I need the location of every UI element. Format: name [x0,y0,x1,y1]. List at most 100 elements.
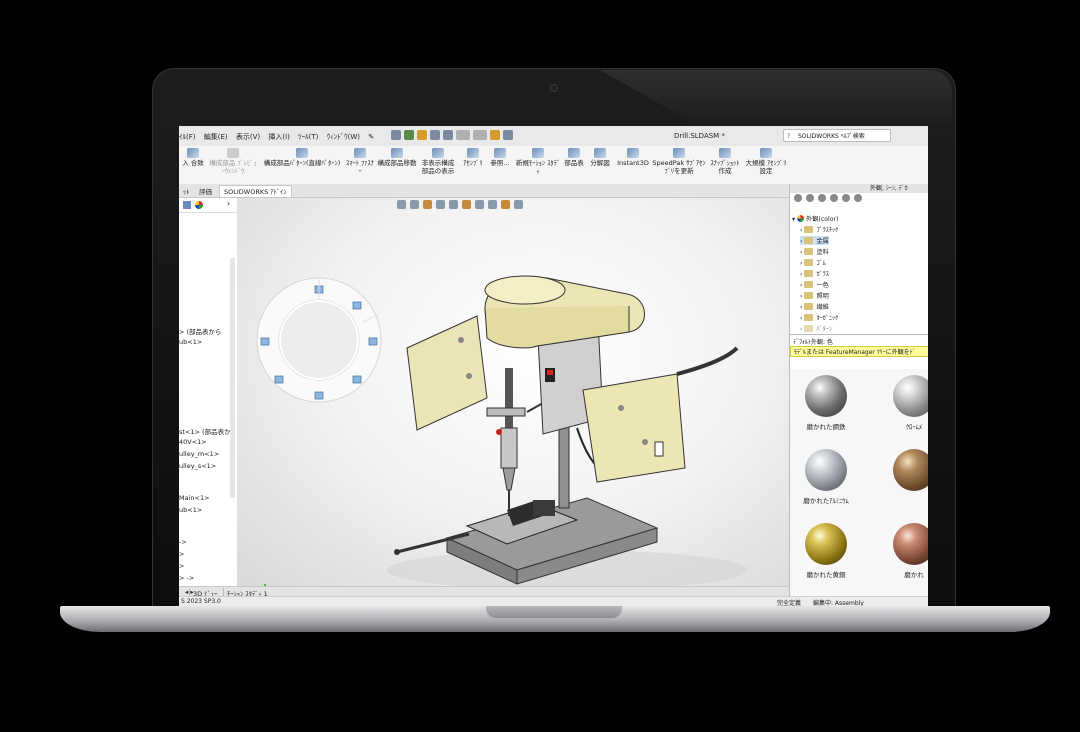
tree-item[interactable]: Main<1> [179,494,210,502]
appearance-tree-item[interactable]: › 塗料 [800,247,829,256]
tree-scrollbar[interactable] [230,258,235,498]
mate-button[interactable]: 入 合致 [179,148,207,167]
tree-item[interactable]: > -> [179,574,194,582]
save-icon[interactable] [430,130,440,140]
help-search-input[interactable]: SOLIDWORKS ﾍﾙﾌﾟ検索 [783,129,891,143]
command-tabs: ｯﾄ 評価 SOLIDWORKS ｱﾄﾞｲﾝ [179,184,789,198]
component-preview-button[interactable]: 構成部品 ﾌﾟﾚﾋﾞｭｰｳｨﾝﾄﾞｳ [209,148,257,175]
swatch-polished-copper[interactable]: 磨かれ [882,523,928,579]
graphics-area[interactable] [237,198,789,586]
menu-file[interactable]: ｲﾙ(F) [179,133,196,141]
drill-press-model[interactable] [237,198,789,586]
tree-item[interactable]: > [179,550,184,558]
task-pane-toolbar [790,193,928,207]
tree-item[interactable]: 40V<1> [179,438,207,446]
editing-status: 編集中: Assembly [813,600,864,606]
appearance-tree-item[interactable]: › ﾊﾟﾀｰﾝ [800,324,832,333]
swatch-chrome[interactable]: ｸﾛｰﾑﾒ [882,375,928,431]
appearance-tree-item[interactable]: › ｺﾞﾑ [800,258,826,267]
spindle[interactable] [486,368,526,516]
menu-tools[interactable]: ﾂｰﾙ(T) [298,133,318,141]
appearance-tree-root[interactable]: ▾ 外観(color) [792,214,839,223]
tree-item[interactable]: ulley_m<1> [179,450,219,458]
home-icon[interactable] [391,130,401,140]
folder-icon [804,314,814,321]
chevron-right-icon[interactable]: › [227,199,230,208]
back-icon[interactable] [794,194,802,202]
select-icon[interactable] [473,130,487,140]
new-document-icon[interactable] [404,130,414,140]
tab-evaluate[interactable]: 評価 [195,186,216,196]
swatch-polished-aluminum[interactable]: 磨かれたｱﾙﾐﾆｳﾑ [794,449,858,505]
bill-of-materials-button[interactable]: 部品表 [563,148,585,167]
version-label: S 2023 SP3.0 [181,598,221,605]
help-icon[interactable] [854,194,862,202]
instant3d-button[interactable]: Instant3D [615,148,651,167]
reference-geometry-button[interactable]: 参照... [487,148,513,167]
pin-icon[interactable]: ✎ [368,133,374,141]
tree-item[interactable]: ub<1> [179,506,202,514]
forward-icon[interactable] [806,194,814,202]
feature-manager-tabs: › [179,198,237,213]
refresh-icon[interactable] [842,194,850,202]
swatch-bronze[interactable] [882,449,928,495]
tree-item[interactable]: st<1> (部品表か [179,426,231,436]
laptop-notch [486,606,622,618]
exploded-view-button[interactable]: 分解図 [587,148,613,167]
menu-bar: ｲﾙ(F) 編集(E) 表示(V) 挿入(I) ﾂｰﾙ(T) ｳｨﾝﾄﾞｳ(W)… [179,132,380,142]
options-icon[interactable] [503,130,513,140]
swatch-polished-brass[interactable]: 磨かれた黄銅 [794,523,858,579]
appearance-tree-item[interactable]: › 照明 [800,291,829,300]
rebuild-icon[interactable] [490,130,500,140]
up-folder-icon[interactable] [818,194,826,202]
reference-triad [264,584,266,586]
menu-insert[interactable]: 挿入(I) [268,133,290,141]
appearance-tree-item[interactable]: › 繊維 [800,302,829,311]
tree-item[interactable]: ub<1> [179,338,202,346]
tree-item[interactable]: > [179,562,184,570]
view-selector-ring[interactable] [256,277,382,403]
take-snapshot-button[interactable]: ｽﾅｯﾌﾟｼｮｯﾄ 作成 [707,148,743,175]
speedpak-button[interactable]: SpeedPak ｻﾌﾞｱｾﾝﾌﾞﾘを更新 [651,148,707,175]
move-component-button[interactable]: 構成部品移動 [375,148,419,167]
large-assembly-settings-button[interactable]: 大規模 ｱｾﾝﾌﾞﾘ設定 [743,148,789,175]
menu-edit[interactable]: 編集(E) [204,133,228,141]
add-file-location-icon[interactable] [830,194,838,202]
title-bar: ｲﾙ(F) 編集(E) 表示(V) 挿入(I) ﾂｰﾙ(T) ｳｨﾝﾄﾞｳ(W)… [179,126,928,147]
appearance-tree-item[interactable]: › ﾌﾟﾗｽﾁｯｸ [800,225,838,234]
menu-view[interactable]: 表示(V) [236,133,260,141]
default-appearance-info: ﾃﾞﾌｫﾙﾄ外観: 色 ﾓﾃﾞﾙまたは FeatureManager ﾂﾘｰに外… [790,334,928,363]
tree-item[interactable]: -> [179,538,187,546]
swatch-ball [893,375,928,417]
appearance-tab-icon[interactable] [195,201,203,209]
belt-cover[interactable] [484,275,645,349]
menu-window[interactable]: ｳｨﾝﾄﾞｳ(W) [327,133,360,141]
chevron-down-icon[interactable]: ▾ [792,216,795,223]
appearance-tree-item[interactable]: › ｵｰｶﾞﾆｯｸ [800,313,838,322]
solidworks-window: ｲﾙ(F) 編集(E) 表示(V) 挿入(I) ﾂｰﾙ(T) ｳｨﾝﾄﾞｳ(W)… [179,126,928,606]
appearance-tree-item-selected[interactable]: › 金属 [800,236,829,245]
right-guard[interactable] [582,346,739,483]
appearance-tree-item[interactable]: › 一色 [800,280,829,289]
tab-sketch[interactable]: ｯﾄ [179,186,194,196]
tree-item[interactable]: ulley_s<1> [179,462,216,470]
assembly-features-button[interactable]: ｱｾﾝﾌﾞﾘ [459,148,487,167]
folder-icon [804,248,814,255]
folder-icon [804,226,814,233]
new-motion-study-button[interactable]: 新規ﾓｰｼｮﾝ ｽﾀﾃﾞｨ [515,148,561,175]
smart-fasteners-button[interactable]: ｽﾏｰﾄ ﾌｧｽﾅｰ [345,148,375,175]
swatch-ball [805,449,847,491]
show-hidden-components-button[interactable]: 非表示構成 部品の表示 [419,148,457,175]
tab-solidworks-addins[interactable]: SOLIDWORKS ｱﾄﾞｲﾝ [219,185,292,197]
swatch-polished-steel[interactable]: 磨かれた鋼鉄 [794,375,858,431]
feature-tree-tab-icon[interactable] [183,201,191,209]
tree-item[interactable]: > (部品表から [179,326,222,336]
open-folder-icon[interactable] [417,130,427,140]
default-appearance-label: ﾃﾞﾌｫﾙﾄ外観: 色 [793,339,833,346]
undo-icon[interactable] [456,130,470,140]
component-pattern-button[interactable]: 構成部品ﾊﾟﾀｰﾝ(直線ﾊﾟﾀｰﾝ) [259,148,345,167]
left-guard[interactable] [406,315,488,431]
print-icon[interactable] [443,130,453,140]
appearance-tree-item[interactable]: › ｶﾞﾗｽ [800,269,829,278]
swatch-ball [893,523,928,565]
